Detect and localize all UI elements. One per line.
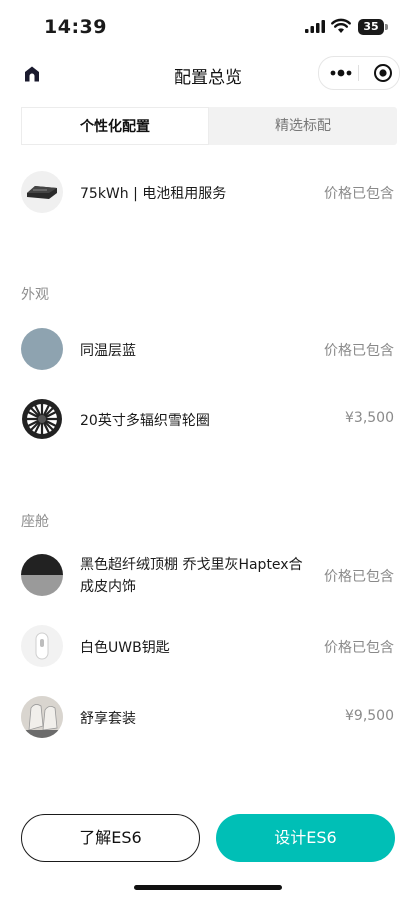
section-title-exterior: 外观: [21, 287, 49, 303]
more-icon[interactable]: [327, 65, 357, 81]
cellular-signal-icon: [305, 20, 325, 33]
list-item-interior[interactable]: 黑色超纤绒顶棚 乔戈里灰Haptex合成皮内饰 价格已包含: [21, 554, 396, 598]
item-price: 价格已包含: [324, 640, 394, 656]
list-item-paint[interactable]: 同温层蓝 价格已包含: [21, 328, 396, 372]
key-thumbnail: [21, 625, 63, 667]
battery-pack-thumbnail: [21, 171, 63, 213]
interior-trim-thumbnail: [21, 554, 63, 596]
battery-level: 35: [358, 19, 384, 35]
item-price: 价格已包含: [324, 186, 394, 202]
seat-thumbnail: [21, 696, 63, 738]
item-label: 20英寸多辐织雪轮圈: [80, 413, 210, 429]
status-time: 14:39: [44, 16, 107, 38]
home-indicator: [134, 885, 282, 890]
config-tabs: 个性化配置 精选标配: [21, 107, 397, 145]
item-price: 价格已包含: [324, 343, 394, 359]
wheel-thumbnail: [21, 398, 63, 440]
item-price: 价格已包含: [324, 569, 394, 585]
item-label: 白色UWB钥匙: [80, 640, 170, 656]
close-mini-program-icon[interactable]: [373, 63, 393, 83]
battery-icon: 35: [358, 19, 388, 35]
design-es6-button[interactable]: 设计ES6: [216, 814, 395, 862]
list-item-battery[interactable]: 75kWh | 电池租用服务 价格已包含: [21, 171, 396, 215]
mini-program-capsule: [318, 56, 400, 90]
item-label: 75kWh | 电池租用服务: [80, 186, 227, 202]
item-price: ¥9,500: [345, 708, 394, 724]
paint-color-swatch: [21, 328, 63, 370]
learn-es6-button[interactable]: 了解ES6: [21, 814, 200, 862]
item-label: 同温层蓝: [80, 343, 136, 359]
item-label: 舒享套装: [80, 711, 136, 727]
list-item-uwb-key[interactable]: 白色UWB钥匙 价格已包含: [21, 625, 396, 669]
section-title-cabin: 座舱: [21, 514, 49, 530]
wifi-icon: [331, 18, 351, 33]
tab-featured-standard[interactable]: 精选标配: [209, 107, 397, 145]
status-bar: 14:39 35: [0, 0, 416, 52]
list-item-wheels[interactable]: 20英寸多辐织雪轮圈 ¥3,500: [21, 398, 396, 442]
tab-personalized-config[interactable]: 个性化配置: [21, 107, 209, 145]
nav-bar: 配置总览: [0, 52, 416, 96]
list-item-comfort-package[interactable]: 舒享套装 ¥9,500: [21, 696, 396, 740]
item-label: 黑色超纤绒顶棚 乔戈里灰Haptex合成皮内饰: [80, 557, 303, 595]
item-price: ¥3,500: [345, 410, 394, 426]
